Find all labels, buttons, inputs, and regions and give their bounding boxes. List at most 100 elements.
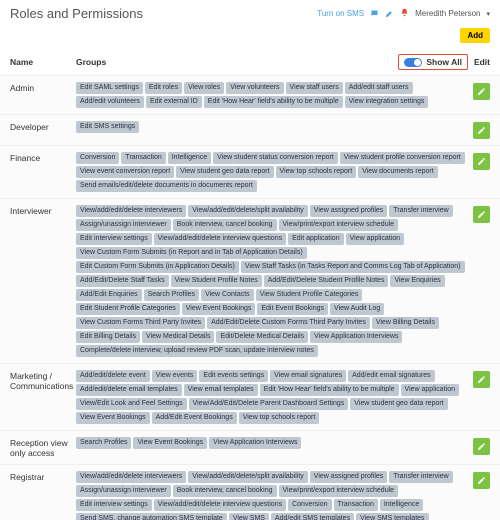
permission-chip[interactable]: Add/edit email signatures <box>348 370 435 382</box>
permission-chip[interactable]: View documents report <box>358 166 437 178</box>
permission-chip[interactable]: Add/edit SMS templates <box>271 513 354 520</box>
permission-chip[interactable]: Add/Edit Enquiries <box>76 289 142 301</box>
permission-chip[interactable]: Transaction <box>121 152 165 164</box>
permission-chip[interactable]: Search Profiles <box>144 289 199 301</box>
permission-chip[interactable]: Search Profiles <box>76 437 131 449</box>
add-button[interactable]: Add <box>460 28 490 43</box>
permission-chip[interactable]: Edit interview settings <box>76 499 152 511</box>
permission-chip[interactable]: View student geo data report <box>176 166 273 178</box>
permission-chip[interactable]: Edit application <box>288 233 343 245</box>
permission-chip[interactable]: View/add/edit/delete interviewers <box>76 471 186 483</box>
permission-chip[interactable]: Intelligence <box>168 152 211 164</box>
permission-chip[interactable]: Intelligence <box>380 499 423 511</box>
permission-chip[interactable]: Edit 'How Hear' field's ability to be mu… <box>204 96 343 108</box>
permission-chip[interactable]: View/add/edit/delete/split availability <box>188 471 308 483</box>
edit-role-button[interactable] <box>473 206 490 223</box>
permission-chip[interactable]: View/Add/Edit/Delete Parent Dashboard Se… <box>189 398 349 410</box>
show-all-toggle[interactable]: Show All <box>398 54 468 70</box>
permission-chip[interactable]: View Student Profile Notes <box>171 275 262 287</box>
permission-chip[interactable]: Edit Event Bookings <box>257 303 328 315</box>
permission-chip[interactable]: View event conversion report <box>76 166 174 178</box>
permission-chip[interactable]: Edit SAML settings <box>76 82 143 94</box>
permission-chip[interactable]: Add/Edit/Delete Staff Tasks <box>76 275 169 287</box>
permission-chip[interactable]: Edit Custom Form Submits (in Application… <box>76 261 239 273</box>
bell-icon[interactable] <box>400 8 409 20</box>
permission-chip[interactable]: Book interview, cancel booking <box>173 219 277 231</box>
permission-chip[interactable]: Edit Billing Details <box>76 331 140 343</box>
permission-chip[interactable]: View assigned profiles <box>310 471 388 483</box>
permission-chip[interactable]: Conversion <box>76 152 119 164</box>
edit-role-button[interactable] <box>473 371 490 388</box>
permission-chip[interactable]: View application <box>401 384 459 396</box>
permission-chip[interactable]: View/add/edit/delete interview questions <box>154 499 286 511</box>
permission-chip[interactable]: Add/Edit Event Bookings <box>152 412 237 424</box>
permission-chip[interactable]: Complete/delete interview, upload review… <box>76 345 318 357</box>
sms-link[interactable]: Turn on SMS <box>317 9 364 18</box>
permission-chip[interactable]: View top schools report <box>276 166 357 178</box>
permission-chip[interactable]: View/Edit Look and Feel Settings <box>76 398 187 410</box>
permission-chip[interactable]: Book interview, cancel booking <box>173 485 277 497</box>
permission-chip[interactable]: Add/edit staff users <box>345 82 413 94</box>
permission-chip[interactable]: Edit interview settings <box>76 233 152 245</box>
permission-chip[interactable]: View roles <box>184 82 224 94</box>
permission-chip[interactable]: View Custom Forms Third Party Invites <box>76 317 205 329</box>
permission-chip[interactable]: Edit/Delete Medical Details <box>216 331 308 343</box>
toggle-switch-icon[interactable] <box>404 58 422 67</box>
permission-chip[interactable]: View/add/edit/delete/split availability <box>188 205 308 217</box>
permission-chip[interactable]: Add/edit/delete event <box>76 370 150 382</box>
permission-chip[interactable]: Edit events settings <box>199 370 268 382</box>
permission-chip[interactable]: Add/Edit/Delete Custom Forms Third Party… <box>207 317 370 329</box>
permission-chip[interactable]: Add/edit/delete email templates <box>76 384 182 396</box>
permission-chip[interactable]: View assigned profiles <box>310 205 388 217</box>
permission-chip[interactable]: View student status conversion report <box>213 152 338 164</box>
permission-chip[interactable]: View SMS templates <box>356 513 428 520</box>
permission-chip[interactable]: View/print/export interview schedule <box>279 485 399 497</box>
permission-chip[interactable]: Add/edit volunteers <box>76 96 144 108</box>
permission-chip[interactable]: Edit 'How Hear' field's ability to be mu… <box>260 384 399 396</box>
permission-chip[interactable]: View SMS <box>229 513 269 520</box>
edit-role-button[interactable] <box>473 83 490 100</box>
permission-chip[interactable]: View Staff Tasks (in Tasks Report and Co… <box>241 261 465 273</box>
permission-chip[interactable]: View top schools report <box>239 412 320 424</box>
permission-chip[interactable]: Edit external ID <box>146 96 202 108</box>
permission-chip[interactable]: Transaction <box>334 499 378 511</box>
permission-chip[interactable]: View/add/edit/delete interviewers <box>76 205 186 217</box>
permission-chip[interactable]: View application <box>346 233 404 245</box>
edit-role-button[interactable] <box>473 472 490 489</box>
permission-chip[interactable]: View integration settings <box>345 96 429 108</box>
permission-chip[interactable]: View staff users <box>286 82 343 94</box>
permission-chip[interactable]: View student geo data report <box>350 398 447 410</box>
user-name[interactable]: Meredith Peterson <box>415 9 480 18</box>
permission-chip[interactable]: View volunteers <box>226 82 283 94</box>
permission-chip[interactable]: View Enquiries <box>390 275 444 287</box>
permission-chip[interactable]: View student profile conversion report <box>340 152 465 164</box>
edit-role-button[interactable] <box>473 438 490 455</box>
permission-chip[interactable]: Conversion <box>288 499 331 511</box>
permission-chip[interactable]: View Contacts <box>201 289 254 301</box>
permission-chip[interactable]: View Event Bookings <box>133 437 207 449</box>
permission-chip[interactable]: View Event Bookings <box>76 412 150 424</box>
permission-chip[interactable]: View Audit Log <box>330 303 384 315</box>
permission-chip[interactable]: Assign/unassign interviewer <box>76 219 171 231</box>
permission-chip[interactable]: Assign/unassign interviewer <box>76 485 171 497</box>
permission-chip[interactable]: View Custom Form Submits (in Report and … <box>76 247 307 259</box>
permission-chip[interactable]: Edit Student Profile Categories <box>76 303 180 315</box>
permission-chip[interactable]: View email signatures <box>270 370 346 382</box>
permission-chip[interactable]: View Billing Details <box>372 317 439 329</box>
permission-chip[interactable]: View Medical Details <box>142 331 214 343</box>
permission-chip[interactable]: View events <box>152 370 198 382</box>
permission-chip[interactable]: View email templates <box>184 384 258 396</box>
permission-chip[interactable]: Send emails/edit/delete documents in doc… <box>76 180 257 192</box>
permission-chip[interactable]: Send SMS, change automation SMS template <box>76 513 227 520</box>
permission-chip[interactable]: Edit roles <box>145 82 182 94</box>
edit-role-button[interactable] <box>473 153 490 170</box>
permission-chip[interactable]: Transfer interview <box>389 205 452 217</box>
edit-role-button[interactable] <box>473 122 490 139</box>
permission-chip[interactable]: View/add/edit/delete interview questions <box>154 233 286 245</box>
permission-chip[interactable]: View Event Bookings <box>182 303 256 315</box>
permission-chip[interactable]: View/print/export interview schedule <box>279 219 399 231</box>
permission-chip[interactable]: View Student Profile Categories <box>256 289 363 301</box>
permission-chip[interactable]: Edit SMS settings <box>76 121 139 133</box>
permission-chip[interactable]: Transfer interview <box>389 471 452 483</box>
permission-chip[interactable]: View Application Interviews <box>209 437 301 449</box>
